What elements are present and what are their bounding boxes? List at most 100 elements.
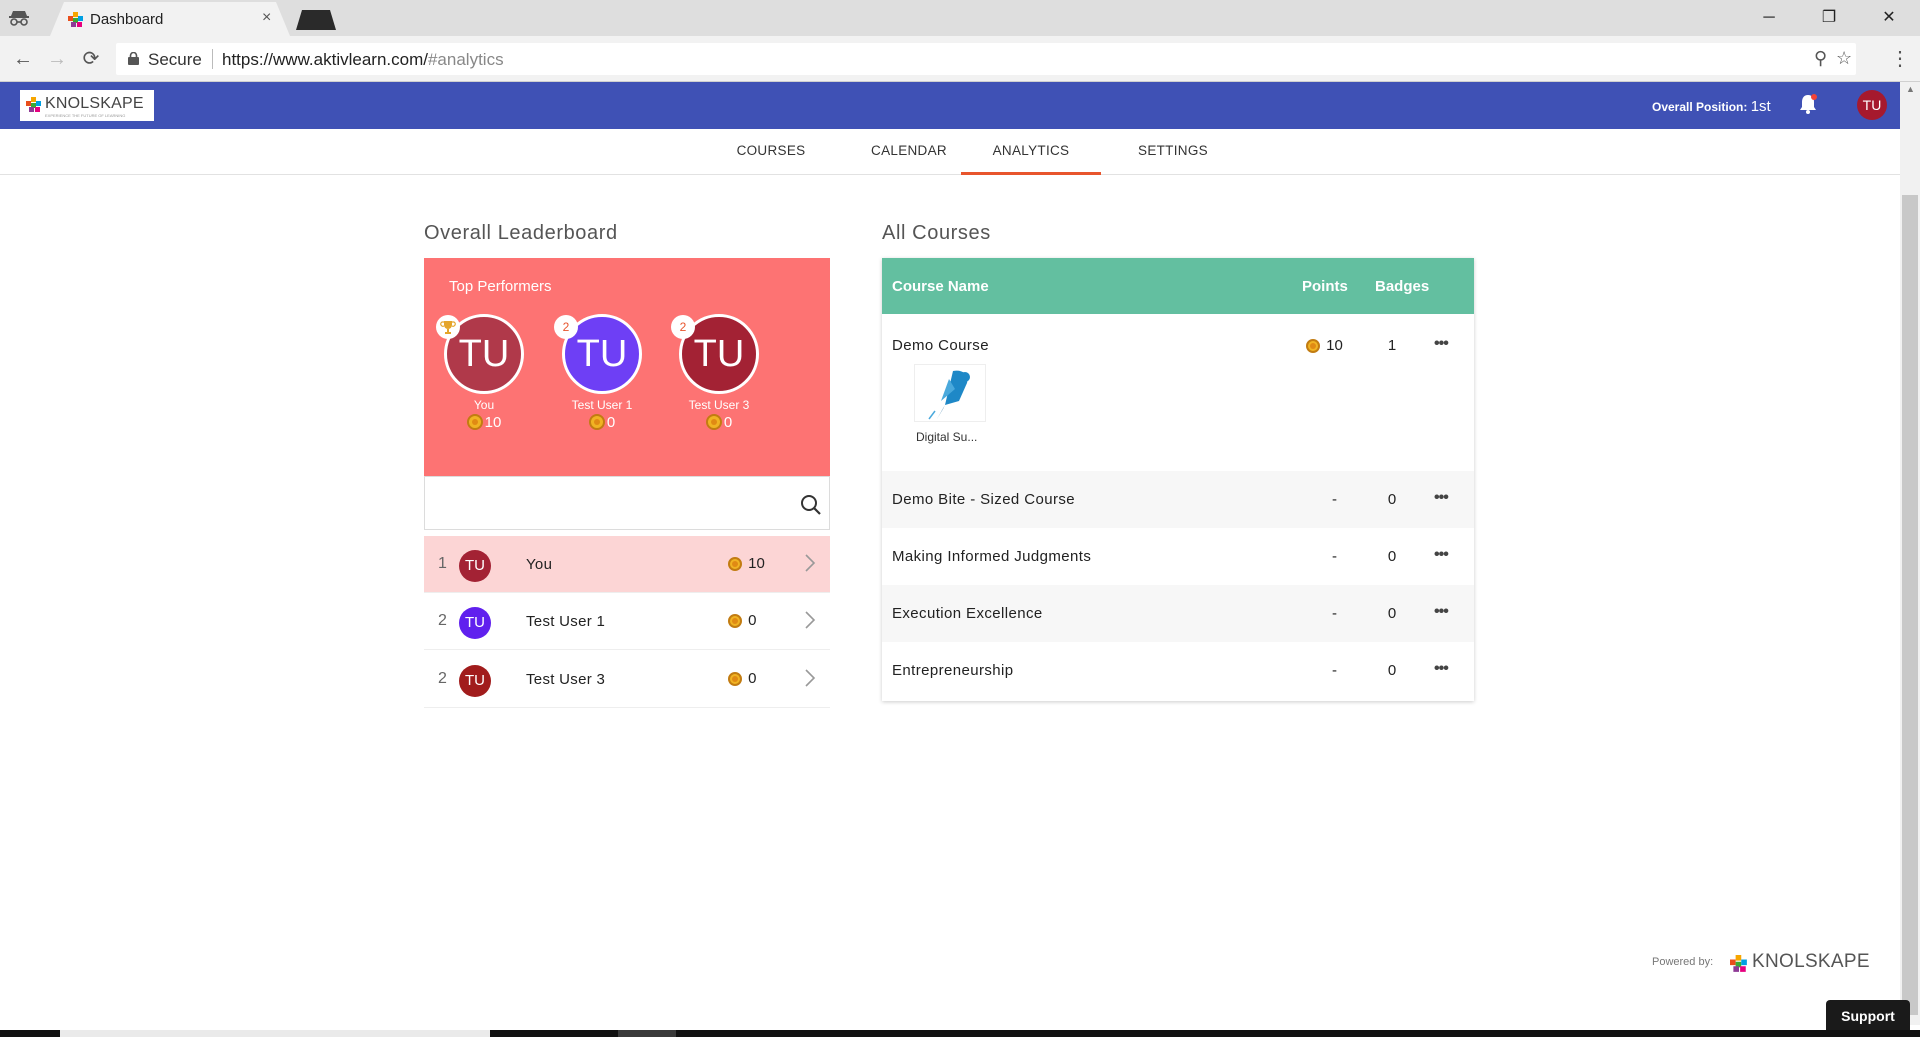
leaderboard-rank: 2 (438, 612, 447, 629)
course-points-value: 10 (1326, 337, 1343, 354)
performer-points-value: 0 (606, 414, 616, 431)
leaderboard-points: 10 (728, 555, 765, 572)
course-points: - (1332, 548, 1337, 565)
performer-points: 0 (547, 414, 657, 431)
more-options-icon[interactable]: ••• (1434, 660, 1449, 678)
top-performer-3[interactable]: TU 2 Test User 3 0 (664, 314, 774, 434)
reload-icon[interactable]: ⟳ (78, 46, 104, 72)
more-options-icon[interactable]: ••• (1434, 489, 1449, 507)
trophy-icon (440, 321, 456, 334)
leaderboard-points: 0 (728, 612, 757, 629)
superhero-badge-icon (928, 370, 970, 420)
search-icon[interactable] (800, 494, 822, 516)
back-icon[interactable]: ← (10, 46, 36, 72)
leaderboard-points-value: 0 (748, 612, 757, 629)
secure-label: Secure (148, 50, 202, 69)
taskbar-item[interactable] (618, 1030, 676, 1037)
performer-name: Test User 3 (688, 398, 750, 412)
leaderboard-row[interactable]: 2 TU Test User 3 0 (424, 651, 830, 708)
footer-logo-text: KNOLSKAPE (1752, 951, 1870, 972)
browser-tab-dashboard[interactable]: Dashboard × (50, 2, 290, 36)
knolskape-logo[interactable]: KNOLSKAPE EXPERIENCE THE FUTURE OF LEARN… (20, 90, 154, 121)
avatar: TU (459, 550, 491, 582)
course-row[interactable]: Entrepreneurship - 0 ••• (882, 642, 1474, 699)
more-options-icon[interactable]: ••• (1434, 603, 1449, 621)
leaderboard-search-input[interactable] (424, 476, 830, 530)
course-row[interactable]: Execution Excellence - 0 ••• (882, 585, 1474, 642)
leaderboard-name: Test User 1 (526, 613, 606, 630)
app-header: KNOLSKAPE EXPERIENCE THE FUTURE OF LEARN… (0, 82, 1900, 129)
top-performer-2[interactable]: TU 2 Test User 1 0 (547, 314, 657, 434)
performer-name: You (473, 398, 495, 412)
support-button[interactable]: Support (1826, 1000, 1910, 1034)
leaderboard-rank: 1 (438, 555, 447, 572)
course-points: - (1332, 662, 1337, 679)
coin-icon (728, 614, 742, 628)
tab-calendar[interactable]: CALENDAR (844, 129, 974, 175)
leaderboard-row[interactable]: 1 TU You 10 (424, 536, 830, 593)
incognito-icon (9, 11, 29, 26)
rank-badge: 2 (554, 315, 578, 339)
leaderboard-name: Test User 3 (526, 671, 606, 688)
bookmark-star-icon[interactable]: ☆ (1836, 48, 1852, 69)
leaderboard-section-title: Overall Leaderboard (424, 222, 618, 244)
course-badge-image[interactable] (914, 364, 986, 422)
chevron-right-icon[interactable] (804, 668, 816, 688)
course-badges: 1 (1387, 337, 1397, 354)
omnibox-divider (212, 49, 213, 69)
close-window-button[interactable]: ✕ (1866, 4, 1912, 32)
coin-icon (466, 414, 483, 430)
course-badges: 0 (1387, 662, 1397, 679)
leaderboard-points-value: 10 (748, 555, 765, 572)
url-text[interactable]: https://www.aktivlearn.com/#analytics (222, 50, 504, 70)
knolskape-logo-mark-icon (26, 97, 41, 112)
course-row[interactable]: Making Informed Judgments - 0 ••• (882, 528, 1474, 585)
tab-close-icon[interactable]: × (262, 9, 271, 27)
column-header-course-name[interactable]: Course Name (892, 278, 989, 295)
leaderboard-rank: 2 (438, 670, 447, 687)
more-options-icon[interactable]: ••• (1434, 546, 1449, 564)
chevron-right-icon[interactable] (804, 610, 816, 630)
course-name: Entrepreneurship (892, 662, 1014, 679)
tab-settings[interactable]: SETTINGS (1108, 129, 1238, 175)
coin-icon (588, 414, 605, 430)
tab-courses[interactable]: COURSES (706, 129, 836, 175)
top-performers-panel: Top Performers TU You 10 TU 2 Test User … (424, 258, 830, 476)
course-points: - (1332, 605, 1337, 622)
tab-analytics[interactable]: ANALYTICS (961, 129, 1101, 175)
column-header-badges[interactable]: Badges (1375, 278, 1429, 295)
url-path: #analytics (427, 50, 504, 69)
coin-icon (1306, 339, 1320, 353)
coin-icon (728, 557, 742, 571)
maximize-button[interactable]: ❐ (1806, 4, 1852, 32)
coin-icon (728, 672, 742, 686)
top-performer-1[interactable]: TU You 10 (429, 314, 539, 434)
leaderboard-row[interactable]: 2 TU Test User 1 0 (424, 593, 830, 650)
course-row[interactable]: Demo Bite - Sized Course - 0 ••• (882, 471, 1474, 528)
course-row[interactable]: Demo Course 10 1 ••• Digital Su... (882, 314, 1474, 470)
new-tab-button[interactable] (296, 10, 336, 30)
lock-icon (128, 52, 139, 65)
avatar: TU (459, 607, 491, 639)
more-options-icon[interactable]: ••• (1434, 335, 1449, 353)
zoom-icon[interactable]: ⚲ (1814, 48, 1827, 69)
course-badges: 0 (1387, 548, 1397, 565)
forward-icon[interactable]: → (44, 46, 70, 72)
scrollbar-thumb[interactable] (1902, 195, 1918, 1015)
browser-menu-icon[interactable]: ⋮ (1890, 46, 1910, 71)
course-name: Demo Bite - Sized Course (892, 491, 1076, 508)
courses-table-header: Course Name Points Badges (882, 258, 1474, 314)
scroll-up-arrow-icon[interactable]: ▲ (1906, 84, 1915, 94)
column-header-points[interactable]: Points (1302, 278, 1348, 295)
performer-points-value: 0 (723, 414, 733, 431)
main-nav-tabs: COURSES CALENDAR ANALYTICS SETTINGS (0, 129, 1900, 175)
top-performers-title: Top Performers (449, 278, 552, 295)
logo-text: KNOLSKAPE (45, 95, 144, 112)
chevron-right-icon[interactable] (804, 553, 816, 573)
address-bar[interactable]: Secure https://www.aktivlearn.com/#analy… (116, 43, 1856, 75)
performer-points-value: 10 (484, 414, 502, 431)
taskbar-item[interactable] (60, 1030, 490, 1037)
minimize-button[interactable]: ─ (1746, 4, 1792, 32)
user-avatar[interactable]: TU (1857, 90, 1887, 120)
notification-bell-icon[interactable] (1797, 93, 1819, 115)
